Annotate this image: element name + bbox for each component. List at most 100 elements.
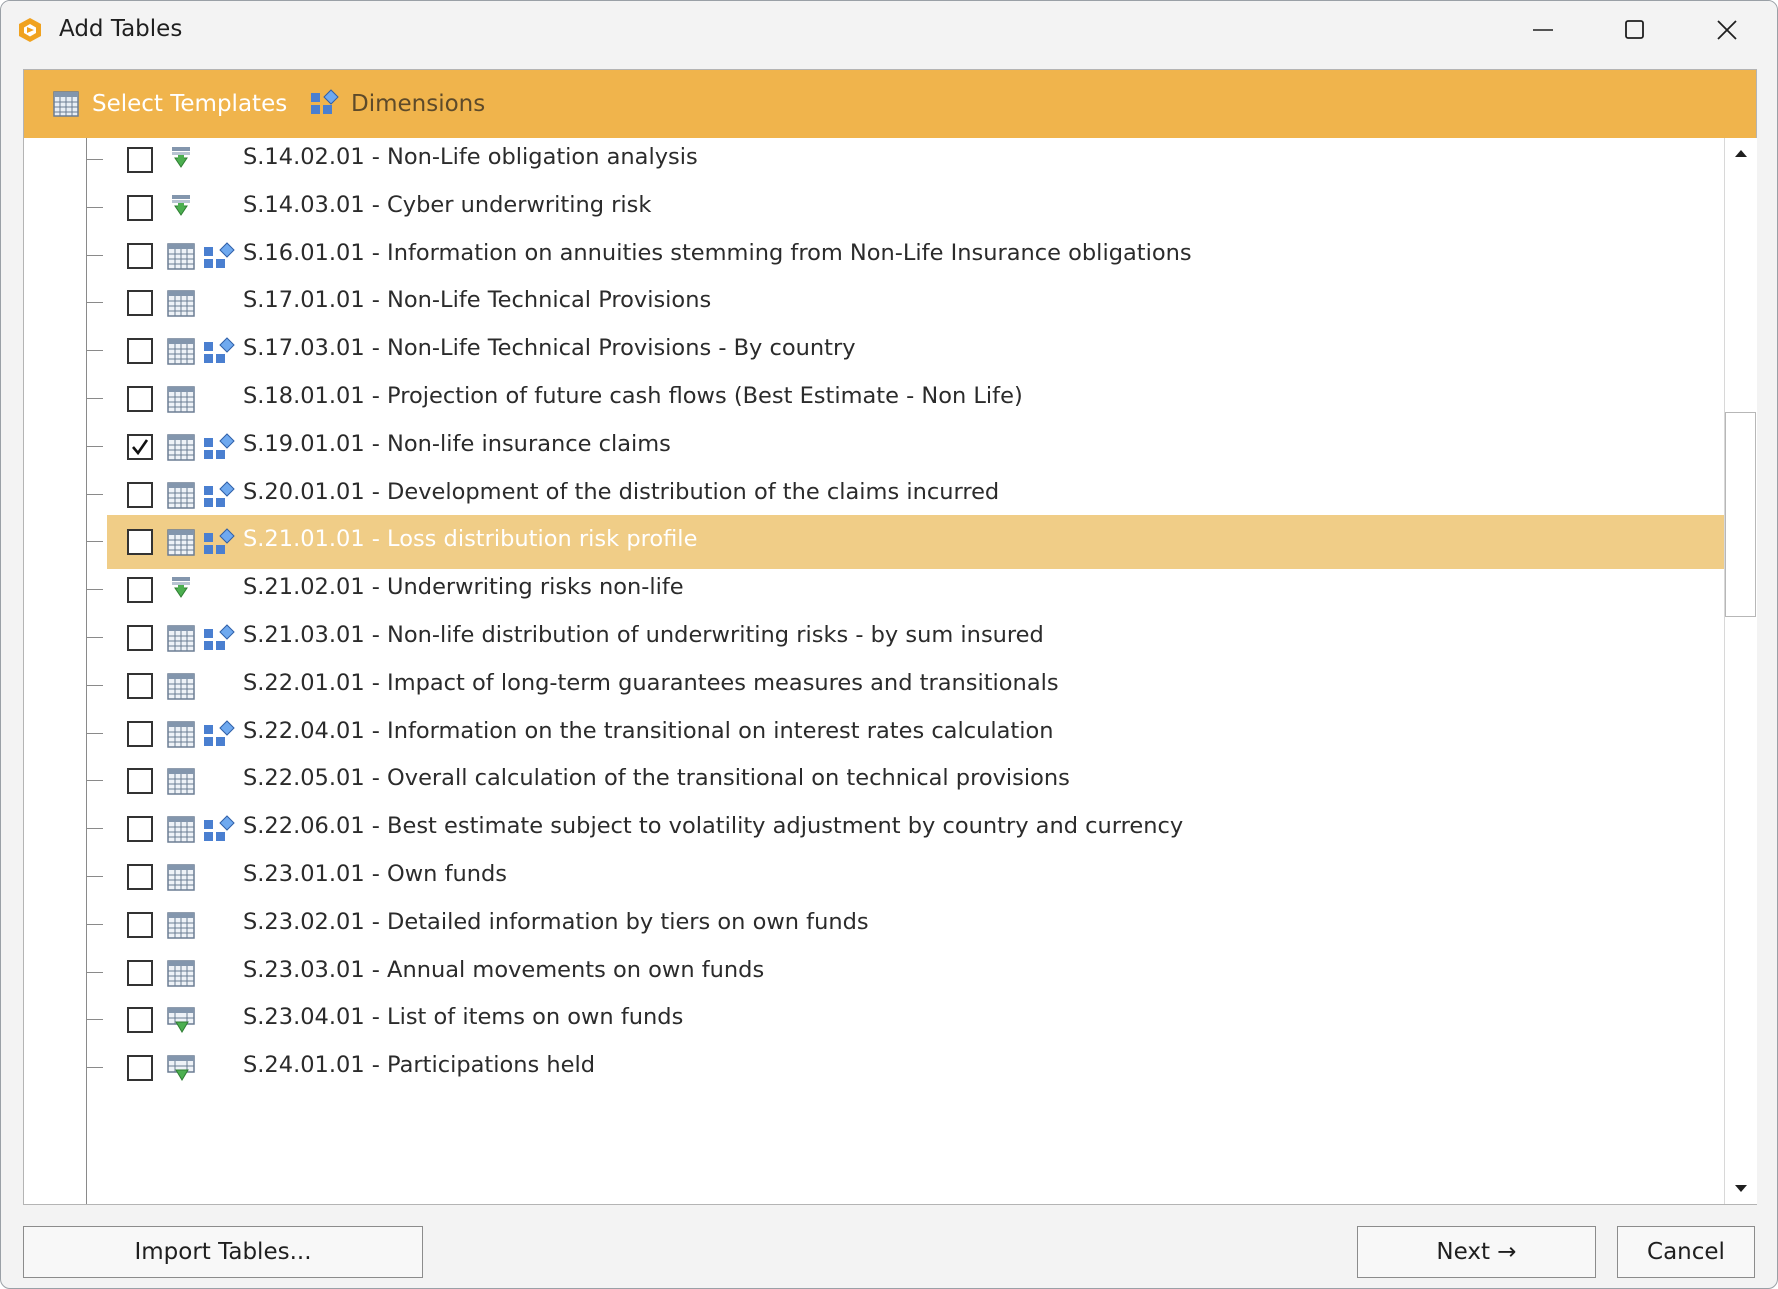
tree-row[interactable]: S.17.01.01 - Non-Life Technical Provisio… <box>24 276 1724 330</box>
dimensions-icon <box>311 89 339 114</box>
close-button[interactable] <box>1681 1 1773 59</box>
row-checkbox[interactable] <box>127 1007 153 1034</box>
tree-branch-line <box>87 493 103 495</box>
row-checkbox[interactable] <box>127 433 153 460</box>
dimensions-icon <box>204 528 235 555</box>
row-checkbox[interactable] <box>127 577 153 604</box>
scroll-thumb[interactable] <box>1725 412 1756 617</box>
row-label: S.23.02.01 - Detailed information by tie… <box>243 908 869 935</box>
table-grid-icon <box>167 481 195 509</box>
table-grid-icon <box>167 673 195 700</box>
add-tables-dialog: Add Tables Select Templates Dimensions S… <box>0 0 1778 1289</box>
download-arrow-icon <box>172 147 190 168</box>
row-checkbox[interactable] <box>127 481 153 508</box>
row-checkbox[interactable] <box>127 911 153 938</box>
row-label: S.21.03.01 - Non-life distribution of un… <box>243 622 1044 648</box>
tab-dimensions-label: Dimensions <box>351 91 486 117</box>
row-checkbox[interactable] <box>127 242 153 269</box>
table-grid-icon <box>167 242 195 270</box>
tree-branch-line <box>87 206 103 208</box>
row-checkbox[interactable] <box>127 768 153 795</box>
tree-branch-line <box>87 876 103 877</box>
row-checkbox[interactable] <box>127 338 153 365</box>
row-label: S.14.02.01 - Non-Life obligation analysi… <box>243 144 698 170</box>
tree-row-selected[interactable]: S.21.01.01 - Loss distribution risk prof… <box>24 515 1724 570</box>
tree-branch-line <box>87 302 103 304</box>
tree-row[interactable]: S.16.01.01 - Information on annuities st… <box>24 229 1724 283</box>
tree-branch-line <box>87 828 103 830</box>
row-checkbox[interactable] <box>127 529 153 556</box>
tab-select-templates-label: Select Templates <box>92 91 288 117</box>
tab-dimensions[interactable]: Dimensions <box>309 70 485 138</box>
app-logo-icon <box>19 18 41 42</box>
row-checkbox[interactable] <box>127 959 153 986</box>
maximize-button[interactable] <box>1589 1 1681 59</box>
tree-branch-line <box>87 254 103 256</box>
row-label: S.17.03.01 - Non-Life Technical Provisio… <box>243 335 856 362</box>
table-grid-icon <box>167 386 195 413</box>
row-checkbox[interactable] <box>127 672 153 699</box>
tree-row[interactable]: S.23.01.01 - Own funds <box>24 850 1724 904</box>
tree-row[interactable]: S.17.03.01 - Non-Life Technical Provisio… <box>24 324 1724 378</box>
tree-row[interactable]: S.23.04.01 - List of items on own funds <box>24 993 1724 1047</box>
tree-row[interactable]: S.23.03.01 - Annual movements on own fun… <box>24 946 1724 1000</box>
row-label: S.23.01.01 - Own funds <box>243 861 508 887</box>
import-tables-button[interactable]: Import Tables... <box>23 1226 423 1278</box>
row-label: S.23.03.01 - Annual movements on own fun… <box>243 956 765 983</box>
tree-row[interactable]: S.23.02.01 - Detailed information by tie… <box>24 898 1724 952</box>
row-checkbox[interactable] <box>127 194 153 221</box>
dimensions-icon <box>204 624 235 650</box>
row-label: S.19.01.01 - Non-life insurance claims <box>243 430 671 457</box>
row-checkbox[interactable] <box>127 1055 153 1082</box>
row-checkbox[interactable] <box>127 290 153 317</box>
minimize-button[interactable] <box>1497 1 1589 59</box>
tree-branch-line <box>87 1019 103 1021</box>
tree-row[interactable]: S.14.02.01 - Non-Life obligation analysi… <box>24 138 1724 187</box>
tree-branch-line <box>87 971 103 973</box>
tree-row[interactable]: S.22.05.01 - Overall calculation of the … <box>24 754 1724 808</box>
vertical-scrollbar[interactable] <box>1724 138 1757 1204</box>
dimensions-icon <box>204 480 235 507</box>
tree-row[interactable]: S.22.01.01 - Impact of long-term guarant… <box>24 659 1724 713</box>
tree-branch-line <box>87 589 103 591</box>
table-grid-icon <box>167 338 195 365</box>
table-grid-icon <box>167 768 195 796</box>
title-bar: Add Tables <box>1 1 1777 59</box>
dimensions-icon <box>204 241 235 268</box>
download-arrow-icon <box>172 194 190 216</box>
tree-row[interactable]: S.21.03.01 - Non-life distribution of un… <box>24 611 1724 665</box>
tree-row[interactable]: S.22.06.01 - Best estimate subject to vo… <box>24 802 1724 856</box>
scroll-up-button[interactable] <box>1725 138 1757 170</box>
row-label: S.24.01.01 - Participations held <box>243 1052 596 1079</box>
row-checkbox[interactable] <box>127 386 153 412</box>
download-arrow-icon <box>172 577 190 599</box>
next-button[interactable]: Next → <box>1357 1226 1596 1278</box>
row-checkbox[interactable] <box>127 816 153 843</box>
table-grid-icon <box>167 816 195 843</box>
tree-row[interactable]: S.20.01.01 - Development of the distribu… <box>24 468 1724 522</box>
row-label: S.18.01.01 - Projection of future cash f… <box>243 383 1023 409</box>
tree-branch-line <box>87 541 103 543</box>
row-label: S.22.01.01 - Impact of long-term guarant… <box>243 669 1059 696</box>
tab-select-templates[interactable]: Select Templates <box>52 70 287 138</box>
table-download-icon <box>167 1055 195 1082</box>
arrow-up-icon <box>1735 150 1747 157</box>
tree-row[interactable]: S.22.04.01 - Information on the transiti… <box>24 707 1724 761</box>
row-checkbox[interactable] <box>127 864 153 890</box>
tree-row[interactable]: S.21.02.01 - Underwriting risks non-life <box>24 563 1724 617</box>
cancel-button[interactable]: Cancel <box>1617 1226 1755 1278</box>
wizard-header: Select Templates Dimensions <box>24 70 1756 138</box>
row-label: S.17.01.01 - Non-Life Technical Provisio… <box>243 287 712 314</box>
scroll-down-button[interactable] <box>1725 1172 1757 1204</box>
tree-row[interactable]: S.18.01.01 - Projection of future cash f… <box>24 372 1724 426</box>
close-icon <box>1717 20 1737 40</box>
tree-row[interactable]: S.19.01.01 - Non-life insurance claims <box>24 420 1724 474</box>
row-checkbox[interactable] <box>127 720 153 747</box>
tree-row[interactable]: S.24.01.01 - Participations held <box>24 1041 1724 1095</box>
tree-row[interactable]: S.14.03.01 - Cyber underwriting risk <box>24 181 1724 235</box>
row-label: S.21.02.01 - Underwriting risks non-life <box>243 574 684 601</box>
row-checkbox[interactable] <box>127 625 153 651</box>
table-grid-icon <box>167 864 195 891</box>
tree-branch-line <box>87 445 103 447</box>
row-checkbox[interactable] <box>127 147 153 173</box>
